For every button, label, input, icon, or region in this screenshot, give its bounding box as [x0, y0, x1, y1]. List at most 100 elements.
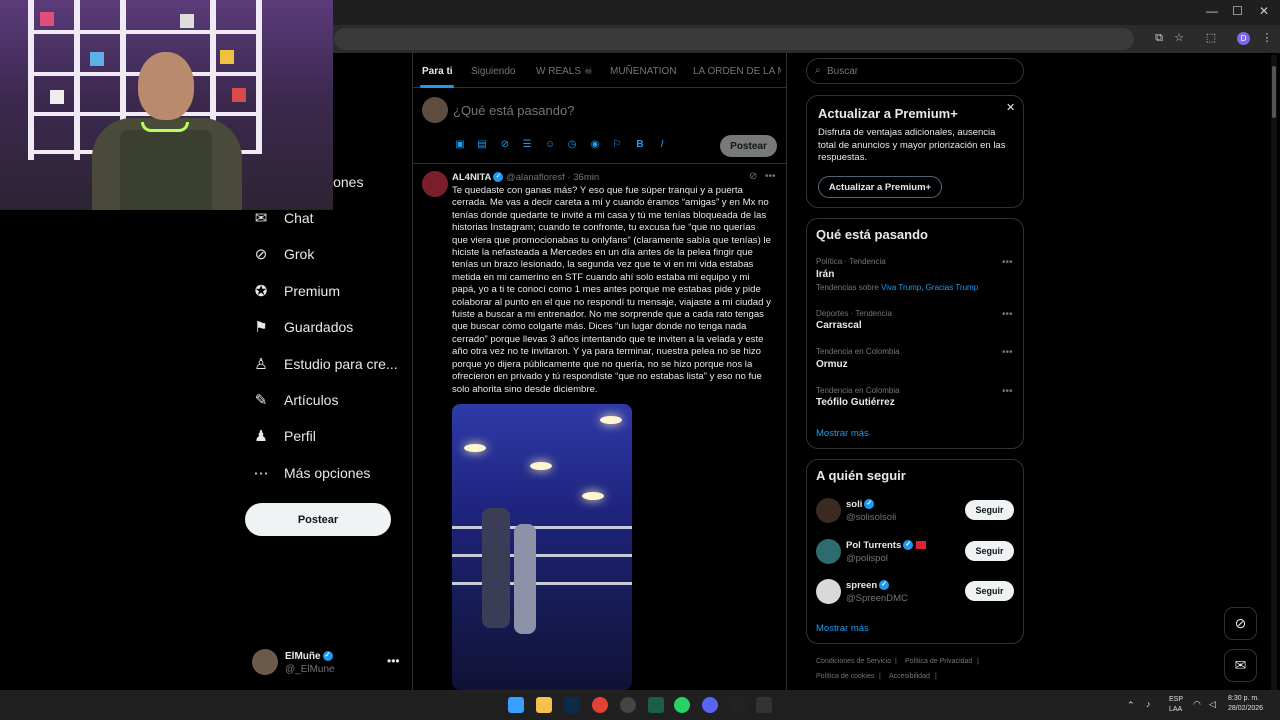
photoshop-icon[interactable]: [564, 697, 580, 713]
tweet-avatar[interactable]: [422, 171, 448, 197]
microphone-icon[interactable]: ♪: [1146, 699, 1151, 709]
post-button[interactable]: Postear: [245, 503, 391, 536]
trend-more-icon[interactable]: •••: [1002, 386, 1013, 397]
file-explorer-icon[interactable]: [536, 697, 552, 713]
tweet-author-name[interactable]: AL4NITA: [452, 172, 491, 183]
compose-input[interactable]: ¿Qué está pasando?: [453, 103, 574, 118]
trend-more-icon[interactable]: •••: [1002, 347, 1013, 358]
tweet-time[interactable]: · 36min: [567, 172, 599, 183]
follow-button[interactable]: Seguir: [965, 500, 1014, 520]
nav-item-studio[interactable]: ♙ Estudio para cre...: [252, 352, 397, 376]
follow-name-row[interactable]: Pol Turrents ✓: [846, 540, 927, 551]
scrollbar[interactable]: [1271, 55, 1277, 690]
trend-name[interactable]: Ormuz: [816, 359, 848, 370]
nav-item-grok[interactable]: ⊘ Grok: [252, 242, 315, 266]
avatar[interactable]: [816, 498, 841, 523]
extensions-icon[interactable]: ⬚: [1204, 31, 1218, 45]
location-icon[interactable]: ◉: [589, 139, 601, 151]
messages-fab-icon[interactable]: ✉: [1224, 649, 1257, 682]
schedule-icon[interactable]: ◷: [566, 139, 578, 151]
follow-name-row[interactable]: spreen ✓: [846, 580, 890, 591]
verified-icon: ✓: [493, 172, 504, 183]
tray-chevron-icon[interactable]: ⌃: [1127, 700, 1135, 711]
nav-item-label: Premium: [284, 283, 341, 299]
browser-menu-icon[interactable]: ⋮: [1260, 31, 1274, 45]
volume-icon[interactable]: ◁: [1209, 699, 1216, 710]
trend-name[interactable]: Carrascal: [816, 320, 862, 331]
trend-related-links[interactable]: Viva Trump, Gracias Trump: [881, 283, 978, 292]
premium-upgrade-button[interactable]: Actualizar a Premium+: [818, 176, 942, 198]
chrome-icon[interactable]: [592, 697, 608, 713]
compose-post-button[interactable]: Postear: [720, 135, 777, 157]
nav-item-profile[interactable]: ♟ Perfil: [252, 424, 316, 448]
language-bottom[interactable]: LAA: [1169, 706, 1182, 713]
nav-item-partial[interactable]: iones: [330, 170, 363, 194]
nav-item-label: iones: [330, 174, 364, 190]
nav-item-articles[interactable]: ✎ Artículos: [252, 388, 339, 412]
account-more-icon[interactable]: •••: [387, 654, 400, 668]
maximize-icon[interactable]: ☐: [1232, 4, 1243, 18]
footer-link[interactable]: Accesibilidad: [889, 673, 930, 680]
tweet-video[interactable]: [452, 404, 632, 690]
grok-explain-icon[interactable]: ⊘: [749, 171, 757, 182]
wifi-icon[interactable]: ◠: [1193, 699, 1201, 710]
grok-fab-icon[interactable]: ⊘: [1224, 607, 1257, 640]
tab-para-ti[interactable]: Para ti: [422, 66, 453, 77]
follow-show-more[interactable]: Mostrar más: [816, 623, 869, 634]
address-bar[interactable]: [334, 28, 1134, 50]
trend-meta: Deportes · Tendencia: [816, 309, 892, 318]
footer-link[interactable]: Política de cookies: [816, 673, 874, 680]
poll-icon[interactable]: ☰: [521, 139, 533, 151]
bold-icon[interactable]: B: [634, 139, 646, 151]
whatsapp-icon[interactable]: [674, 697, 690, 713]
scrollbar-thumb[interactable]: [1272, 66, 1276, 118]
close-window-icon[interactable]: ✕: [1259, 4, 1269, 18]
account-avatar[interactable]: [252, 649, 278, 675]
tab-la-orden[interactable]: LA ORDEN DE LA M: [693, 66, 781, 77]
footer-link[interactable]: Política de Privacidad: [905, 658, 972, 665]
trend-more-icon[interactable]: •••: [1002, 309, 1013, 320]
app-icon[interactable]: [648, 697, 664, 713]
follow-button[interactable]: Seguir: [965, 541, 1014, 561]
browser-profile-avatar[interactable]: D: [1237, 32, 1250, 45]
gif-icon[interactable]: ▤: [476, 139, 488, 151]
windows-start-icon[interactable]: [508, 697, 524, 713]
flag-icon[interactable]: ⚐: [611, 139, 623, 151]
nav-item-more[interactable]: ⋯ Más opciones: [252, 461, 371, 485]
avatar[interactable]: [816, 579, 841, 604]
app-icon[interactable]: [756, 697, 772, 713]
tab-siguiendo[interactable]: Siguiendo: [471, 66, 515, 77]
footer-link[interactable]: Condiciones de Servicio: [816, 658, 891, 665]
avatar[interactable]: [816, 539, 841, 564]
trend-more-icon[interactable]: •••: [1002, 257, 1013, 268]
app-icon[interactable]: [730, 697, 746, 713]
discord-icon[interactable]: [702, 697, 718, 713]
account-name-row[interactable]: ElMuñe ✓: [285, 651, 333, 662]
bookmark-star-icon[interactable]: ☆: [1172, 31, 1186, 45]
grok-compose-icon[interactable]: ⊘: [499, 139, 511, 151]
image-icon[interactable]: ▣: [454, 139, 466, 151]
obs-icon[interactable]: [620, 697, 636, 713]
clock-date[interactable]: 28/02/2026: [1228, 705, 1263, 712]
nav-item-bookmarks[interactable]: ⚑ Guardados: [252, 315, 353, 339]
language-top[interactable]: ESP: [1169, 696, 1183, 703]
nav-item-label: Guardados: [284, 319, 354, 335]
trend-name[interactable]: Teófilo Gutiérrez: [816, 397, 895, 408]
nav-item-premium[interactable]: ✪ Premium: [252, 279, 340, 303]
install-app-icon[interactable]: ⧉: [1152, 31, 1166, 45]
italic-icon[interactable]: I: [656, 139, 668, 151]
clock-time[interactable]: 8:30 p. m.: [1228, 695, 1259, 702]
minimize-icon[interactable]: —: [1206, 4, 1218, 18]
follow-name-row[interactable]: soli ✓: [846, 499, 875, 510]
follow-button[interactable]: Seguir: [965, 581, 1014, 601]
compose-avatar[interactable]: [422, 97, 448, 123]
trends-show-more[interactable]: Mostrar más: [816, 428, 869, 439]
tweet-author-handle[interactable]: @alanafloresf: [506, 172, 565, 183]
tab-w-reals[interactable]: W REALS ☠: [536, 66, 593, 77]
tweet-more-icon[interactable]: •••: [765, 171, 776, 182]
emoji-icon[interactable]: ☺: [544, 139, 556, 151]
tab-munenation[interactable]: MUÑENATION: [610, 66, 676, 77]
trend-name[interactable]: Irán: [816, 269, 834, 280]
close-icon[interactable]: ✕: [1006, 101, 1015, 114]
premium-description: Disfruta de ventajas adicionales, ausenc…: [818, 127, 1006, 164]
